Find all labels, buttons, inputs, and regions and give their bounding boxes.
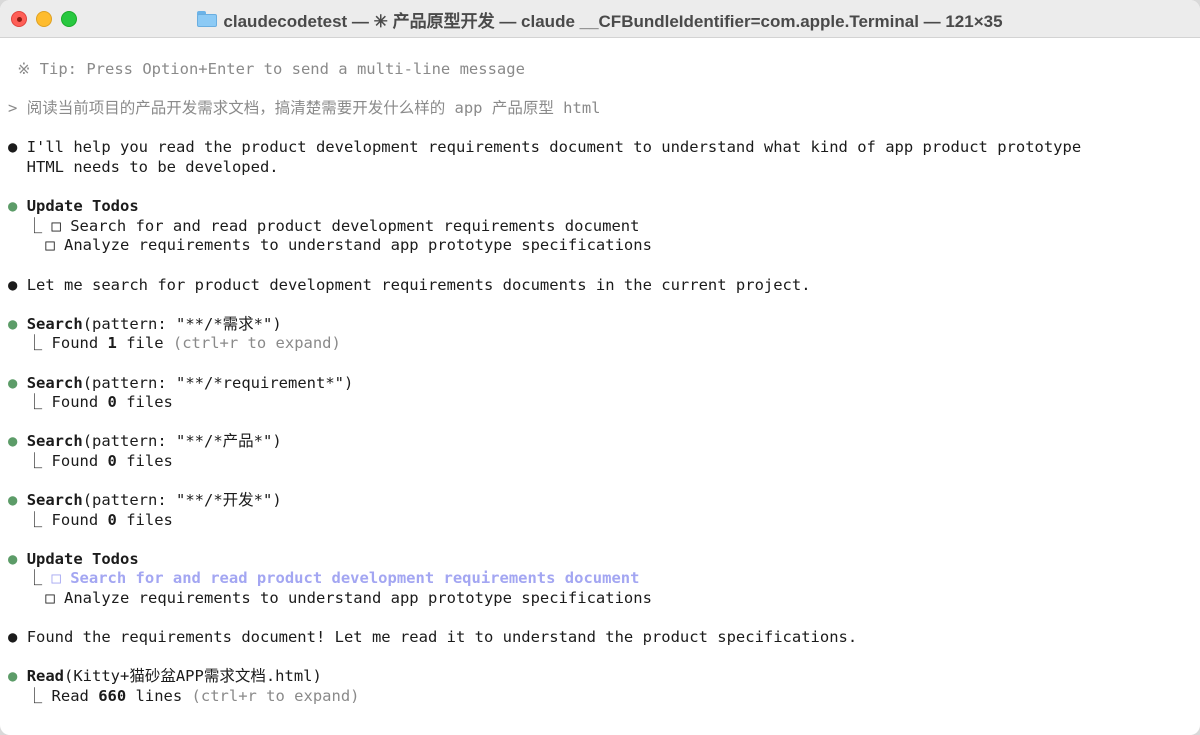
tool-args: (pattern: "**/*需求*") — [82, 314, 282, 333]
tool-call-search: ● Search(pattern: "**/*开发*") — [8, 491, 1200, 511]
todo-item-active: ⎿ □ Search for and read product developm… — [8, 569, 1200, 589]
message-text: I'll help you read the product developme… — [26, 138, 1082, 157]
todo-text: Search for and read product development … — [70, 216, 640, 235]
terminal-content[interactable]: ※ Tip: Press Option+Enter to send a mult… — [0, 38, 1200, 707]
todos-title: Update Todos — [26, 197, 139, 216]
bullet-icon: ● — [8, 549, 18, 568]
assistant-message: ● Found the requirements document! Let m… — [8, 628, 1200, 648]
message-text: HTML needs to be developed. — [26, 157, 279, 176]
result-count: 0 — [107, 393, 117, 412]
result-unit: files — [116, 510, 173, 529]
window-title-wrap: claudecodetest — ✳ 产品原型开发 — claude __CFB… — [0, 0, 1200, 38]
tool-result: ⎿ Found 0 files — [8, 393, 1200, 413]
tool-name: Search — [26, 314, 83, 333]
tool-call-search: ● Search(pattern: "**/*requirement*") — [8, 374, 1200, 394]
tree-branch-icon: ⎿ — [26, 687, 43, 705]
bullet-icon: ● — [8, 373, 18, 392]
result-count: 0 — [107, 510, 117, 529]
checkbox-icon: □ — [45, 236, 55, 255]
tool-name: Search — [26, 491, 83, 510]
todo-item: □ Analyze requirements to understand app… — [8, 236, 1200, 256]
tool-args: (Kitty+猫砂盆APP需求文档.html) — [64, 667, 322, 686]
expand-hint: (ctrl+r to expand) — [191, 687, 360, 705]
tree-branch-icon: ⎿ — [26, 569, 43, 588]
message-text: Let me search for product development re… — [26, 275, 811, 294]
result-unit: file — [116, 334, 173, 353]
tool-call-search: ● Search(pattern: "**/*产品*") — [8, 432, 1200, 452]
tree-branch-icon: ⎿ — [26, 334, 43, 353]
bullet-icon: ● — [8, 314, 18, 333]
todo-text: Analyze requirements to understand app p… — [64, 236, 652, 255]
message-text: Found the requirements document! Let me … — [26, 628, 858, 647]
result-unit: lines — [126, 687, 192, 705]
folder-icon — [197, 11, 218, 27]
tree-branch-icon: ⎿ — [26, 451, 43, 470]
tree-branch-icon: ⎿ — [26, 393, 43, 412]
result-unit: files — [116, 451, 173, 470]
todo-item: ⎿ □ Search for and read product developm… — [8, 217, 1200, 237]
tool-args: (pattern: "**/*requirement*") — [82, 373, 354, 392]
tool-name: Search — [26, 432, 83, 451]
bullet-icon: ● — [8, 138, 18, 157]
result-unit: files — [116, 393, 173, 412]
assistant-message: ● Let me search for product development … — [8, 276, 1200, 296]
result-text: Found — [51, 510, 108, 529]
tree-branch-icon: ⎿ — [26, 216, 43, 235]
assistant-message: ● I'll help you read the product develop… — [8, 138, 1200, 158]
todo-text: Analyze requirements to understand app p… — [64, 589, 652, 608]
todo-text: Search for and read product development … — [70, 569, 640, 588]
result-count: 0 — [107, 451, 117, 470]
tool-name: Read — [26, 667, 65, 686]
bullet-icon: ● — [8, 667, 18, 686]
result-text: Found — [51, 334, 108, 353]
tool-call-search: ● Search(pattern: "**/*需求*") — [8, 315, 1200, 335]
tool-result: ⎿ Found 0 files — [8, 452, 1200, 472]
bullet-icon: ● — [8, 197, 18, 216]
todo-item: □ Analyze requirements to understand app… — [8, 589, 1200, 609]
title-bar[interactable]: claudecodetest — ✳ 产品原型开发 — claude __CFB… — [0, 0, 1200, 38]
prompt-symbol: > — [8, 99, 18, 118]
result-text: Read — [51, 687, 99, 705]
bullet-icon: ● — [8, 432, 18, 451]
tool-name: Search — [26, 373, 83, 392]
checkbox-icon: □ — [45, 589, 55, 608]
tree-branch-icon: ⎿ — [26, 510, 43, 529]
result-count: 660 — [98, 687, 127, 705]
result-text: Found — [51, 393, 108, 412]
bullet-icon: ● — [8, 275, 18, 294]
tool-call-read: ● Read(Kitty+猫砂盆APP需求文档.html) — [8, 667, 1200, 687]
checkbox-icon: □ — [51, 569, 61, 588]
tool-args: (pattern: "**/*产品*") — [82, 432, 282, 451]
user-prompt-line: > 阅读当前项目的产品开发需求文档，搞清楚需要开发什么样的 app 产品原型 h… — [8, 99, 1200, 119]
bullet-icon: ● — [8, 491, 18, 510]
bullet-icon: ● — [8, 628, 18, 647]
result-count: 1 — [107, 334, 117, 353]
tip-line: ※ Tip: Press Option+Enter to send a mult… — [8, 60, 1200, 80]
tool-args: (pattern: "**/*开发*") — [82, 491, 282, 510]
todos-header: ● Update Todos — [8, 197, 1200, 217]
checkbox-icon: □ — [51, 216, 61, 235]
todos-header: ● Update Todos — [8, 550, 1200, 570]
tool-result[interactable]: ⎿ Found 1 file (ctrl+r to expand) — [8, 334, 1200, 354]
tip-text: ※ Tip: Press Option+Enter to send a mult… — [17, 60, 525, 78]
window-title: claudecodetest — ✳ 产品原型开发 — claude __CFB… — [223, 11, 1003, 31]
tool-result: ⎿ Found 0 files — [8, 511, 1200, 531]
todos-title: Update Todos — [26, 549, 139, 568]
result-text: Found — [51, 451, 108, 470]
terminal-window: claudecodetest — ✳ 产品原型开发 — claude __CFB… — [0, 0, 1200, 735]
tool-result[interactable]: ⎿ Read 660 lines (ctrl+r to expand) — [8, 687, 1200, 707]
user-input-text: 阅读当前项目的产品开发需求文档，搞清楚需要开发什么样的 app 产品原型 htm… — [26, 99, 601, 118]
assistant-message-continued: HTML needs to be developed. — [8, 158, 1200, 178]
expand-hint: (ctrl+r to expand) — [172, 334, 341, 353]
